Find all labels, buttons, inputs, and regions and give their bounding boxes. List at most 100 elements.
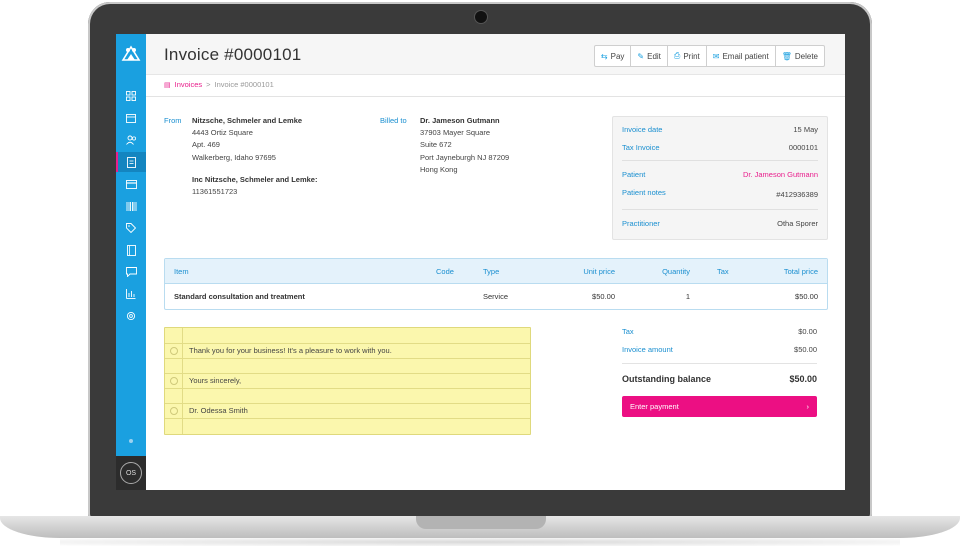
tax-invoice-label: Tax Invoice	[622, 143, 660, 152]
settings-icon[interactable]	[116, 306, 146, 326]
billed-name: Dr. Jameson Gutmann	[420, 116, 500, 125]
barcode-icon[interactable]	[116, 196, 146, 216]
delete-button[interactable]: 🗑 Delete	[776, 46, 824, 66]
edit-button[interactable]: ✎ Edit	[631, 46, 668, 66]
email-icon: ✉	[712, 51, 720, 61]
payments-icon[interactable]	[116, 174, 146, 194]
laptop-shadow	[60, 538, 900, 546]
invoice-amount-label: Invoice amount	[622, 345, 673, 354]
email-patient-button[interactable]: ✉ Email patient	[707, 46, 776, 66]
patient-notes-value: #412936389	[776, 190, 818, 199]
delete-label: Delete	[794, 51, 818, 61]
notes-rule	[165, 418, 530, 419]
tax-total-value: $0.00	[798, 327, 817, 336]
notes-rule	[165, 358, 530, 359]
note-line-1: Thank you for your business! It's a plea…	[189, 346, 392, 355]
invoice-info-panel: Invoice date 15 May Tax Invoice 0000101 Pa…	[612, 116, 828, 240]
notes-rule	[165, 403, 530, 404]
invoice-date-value: 15 May	[793, 125, 818, 134]
app-logo[interactable]	[116, 34, 146, 72]
table-header: Item Code Type Unit price Quantity Tax T…	[165, 259, 827, 284]
from-address: Nitzsche, Schmeler and Lemke 4443 Ortiz …	[192, 115, 317, 198]
from-line3: Walkerberg, Idaho 97695	[192, 152, 276, 162]
row-total-price: $50.00	[795, 292, 818, 301]
col-item: Item	[174, 267, 189, 276]
col-total-price: Total price	[783, 267, 818, 276]
from-label: From	[164, 116, 182, 125]
patient-notes-label: Patient notes	[622, 188, 666, 197]
patients-icon[interactable]	[116, 130, 146, 150]
billed-to-label: Billed to	[380, 116, 407, 125]
tag-icon[interactable]	[116, 218, 146, 238]
from-line1: 4443 Ortiz Square	[192, 128, 253, 138]
note-bullet-icon	[170, 407, 178, 415]
note-line-2: Yours sincerely,	[189, 376, 242, 385]
print-label: Print	[683, 51, 700, 61]
note-bullet-icon	[170, 347, 178, 355]
toolbar: ⇆ Pay ✎ Edit ⎙ Print ✉ Email patient 🗑 Delete	[593, 45, 825, 67]
message-icon[interactable]	[116, 262, 146, 282]
patient-row: Patient Dr. Jameson Gutmann	[622, 170, 818, 179]
note-line-3: Dr. Odessa Smith	[189, 406, 248, 415]
practitioner-value: Otha Sporer	[777, 219, 818, 228]
col-quantity: Quantity	[662, 267, 690, 276]
pay-button[interactable]: ⇆ Pay	[595, 46, 632, 66]
notes-rule	[165, 343, 530, 344]
from-number: 11361551723	[192, 187, 238, 197]
patient-notes-row: Patient notes #412936389	[622, 188, 818, 199]
pay-icon: ⇆	[600, 51, 608, 61]
outstanding-label: Outstanding balance	[622, 374, 712, 384]
tax-total-row: Tax $0.00	[622, 327, 817, 336]
enter-payment-button[interactable]: Enter payment ›	[622, 396, 817, 417]
patient-label: Patient	[622, 170, 646, 179]
page-title: Invoice #0000101	[164, 45, 302, 64]
billed-line2: Suite 672	[420, 140, 452, 150]
trash-icon: 🗑	[781, 51, 792, 61]
edit-icon: ✎	[637, 51, 645, 61]
invoice-items-table: Item Code Type Unit price Quantity Tax T…	[164, 258, 828, 310]
invoice-date-row: Invoice date 15 May	[622, 125, 818, 134]
row-type: Service	[483, 292, 509, 301]
notes-pad[interactable]: Thank you for your business! It's a plea…	[164, 327, 531, 435]
billed-to-address: Dr. Jameson Gutmann 37903 Mayer Square S…	[420, 115, 509, 176]
sidebar: OS	[116, 34, 146, 490]
col-tax: Tax	[717, 267, 729, 276]
edit-label: Edit	[647, 51, 661, 61]
notes-rule	[165, 373, 530, 374]
col-code: Code	[436, 267, 454, 276]
print-button[interactable]: ⎙ Print	[668, 46, 707, 66]
app-screen: OS Invoice #0000101 ⇆ Pay ✎ Edit ⎙ Print ✉ E…	[116, 34, 845, 490]
pay-label: Pay	[610, 51, 625, 61]
invoice-date-label: Invoice date	[622, 125, 663, 134]
patient-link[interactable]: Dr. Jameson Gutmann	[743, 170, 818, 179]
breadcrumb-invoices[interactable]: Invoices	[175, 80, 203, 89]
billed-line3: Port Jayneburgh NJ 87209	[420, 152, 510, 162]
reports-icon[interactable]	[116, 284, 146, 304]
tax-invoice-row: Tax Invoice 0000101	[622, 143, 818, 152]
collapse-dot-icon[interactable]	[129, 439, 133, 443]
email-label: Email patient	[722, 51, 769, 61]
note-bullet-icon	[170, 377, 178, 385]
laptop-notch	[416, 516, 546, 529]
practitioner-label: Practitioner	[622, 219, 660, 228]
row-item: Standard consultation and treatment	[174, 292, 305, 301]
col-type: Type	[483, 267, 500, 276]
book-icon[interactable]	[116, 240, 146, 260]
row-unit-price: $50.00	[592, 292, 615, 301]
dashboard-icon[interactable]	[116, 86, 146, 106]
tax-invoice-value: 0000101	[788, 143, 818, 152]
user-footer: OS	[116, 456, 146, 490]
from-line2: Apt. 469	[192, 140, 220, 150]
print-icon: ⎙	[673, 51, 681, 60]
notes-rule	[165, 388, 530, 389]
info-divider	[622, 209, 818, 210]
calendar-icon[interactable]	[116, 108, 146, 128]
page-header: Invoice #0000101 ⇆ Pay ✎ Edit ⎙ Print ✉ Emai…	[146, 34, 845, 75]
invoice-icon: ▤	[164, 81, 171, 89]
row-quantity: 1	[685, 292, 690, 301]
webcam	[475, 11, 487, 23]
invoices-icon[interactable]	[116, 152, 146, 172]
info-divider	[622, 160, 818, 161]
breadcrumb-current: Invoice #0000101	[214, 80, 274, 89]
avatar[interactable]: OS	[120, 462, 142, 484]
